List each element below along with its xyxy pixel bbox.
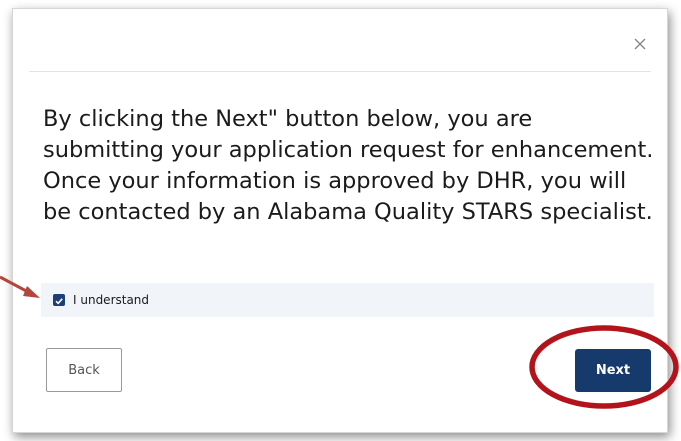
screenshot-stage: By clicking the Next" button below, you … <box>0 0 681 441</box>
dialog-message: By clicking the Next" button below, you … <box>43 106 654 225</box>
close-icon <box>629 38 651 58</box>
dialog-header <box>29 9 651 72</box>
close-button[interactable] <box>629 33 651 55</box>
confirmation-dialog: By clicking the Next" button below, you … <box>12 8 668 433</box>
acknowledgement-row[interactable]: I understand <box>41 283 654 317</box>
next-button[interactable]: Next <box>575 349 651 392</box>
back-button[interactable]: Back <box>46 348 122 392</box>
checkmark-icon <box>54 291 64 310</box>
understand-checkbox[interactable] <box>53 294 65 306</box>
understand-label: I understand <box>73 293 150 307</box>
